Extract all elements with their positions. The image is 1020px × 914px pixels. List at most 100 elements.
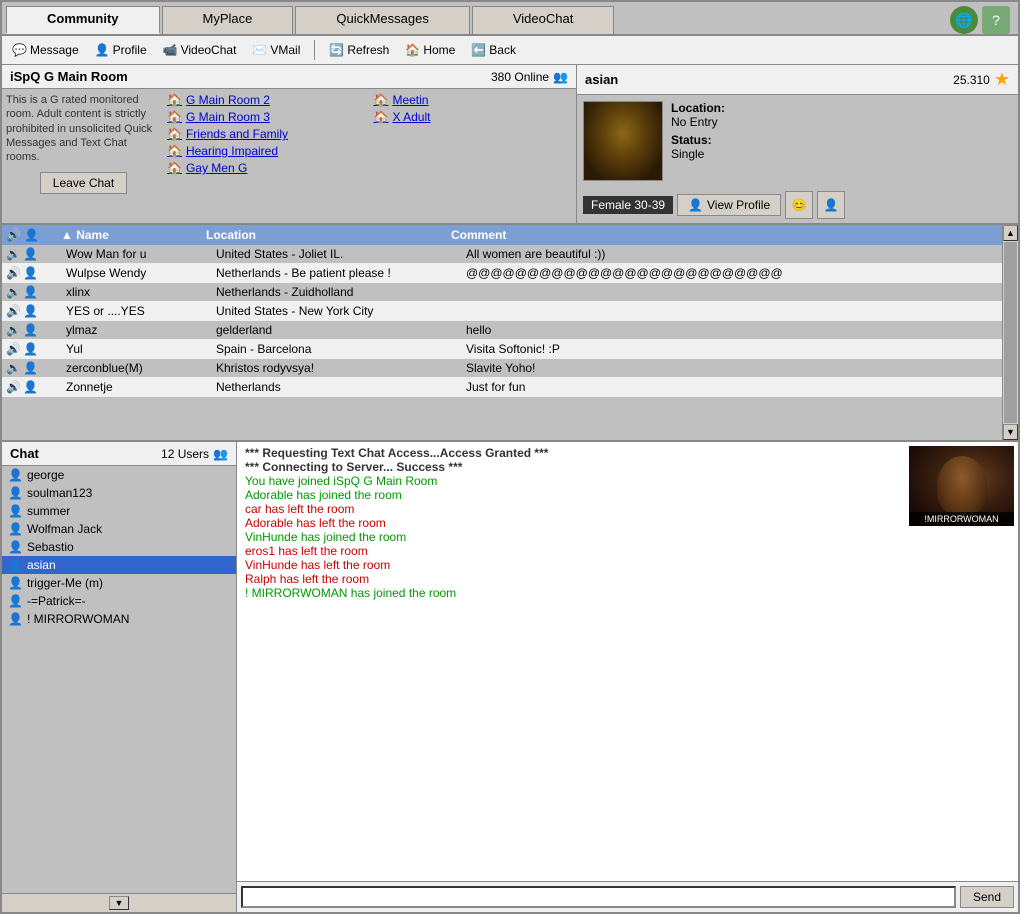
- user-avatar-icon: 👤: [8, 486, 23, 500]
- tab-community[interactable]: Community: [6, 6, 160, 34]
- home-button[interactable]: 🏠 Home: [401, 41, 459, 59]
- table-row[interactable]: 🔊👤 YES or ....YES United States - New Yo…: [2, 302, 1002, 321]
- chat-scroll-down[interactable]: ▼: [2, 893, 236, 912]
- location-value: No Entry: [671, 115, 718, 129]
- room-links-col1: 🏠 G Main Room 2 🏠 G Main Room 3 🏠 Friend…: [167, 93, 366, 198]
- avatar-icon: 👤: [23, 342, 38, 356]
- tab-quickmessages[interactable]: QuickMessages: [295, 6, 469, 34]
- globe-icon[interactable]: 🌐: [950, 6, 978, 34]
- user-table-header: 🔊 👤 ▲ Name Location Comment: [2, 225, 1002, 245]
- back-label: Back: [489, 43, 516, 57]
- back-button[interactable]: ⬅️ Back: [467, 41, 520, 59]
- refresh-label: Refresh: [347, 43, 389, 57]
- status-value: Single: [671, 147, 704, 161]
- user-avatar-icon: 👤: [8, 612, 23, 626]
- chat-input[interactable]: [241, 886, 956, 908]
- room-link-7[interactable]: 🏠 X Adult: [374, 110, 573, 124]
- refresh-button[interactable]: 🔄 Refresh: [325, 41, 393, 59]
- col-location-header[interactable]: Location: [206, 228, 451, 242]
- table-row[interactable]: 🔊👤 Zonnetje Netherlands Just for fun: [2, 378, 1002, 397]
- chat-user-item[interactable]: 👤 george: [2, 466, 236, 484]
- table-row[interactable]: 🔊👤 ylmaz gelderland hello: [2, 321, 1002, 340]
- scroll-thumb[interactable]: [1004, 242, 1017, 423]
- separator-1: [314, 40, 315, 60]
- chat-message: *** Connecting to Server... Success ***: [245, 460, 1010, 474]
- room-link-icon-7: 🏠: [374, 110, 389, 124]
- room-link-2[interactable]: 🏠 G Main Room 3: [167, 110, 366, 124]
- profile-name: asian: [585, 72, 618, 87]
- toolbar: 💬 Message 👤 Profile 📹 VideoChat ✉️ VMail…: [2, 36, 1018, 65]
- avatar-icon: 👤: [23, 323, 38, 337]
- avatar-icon: 👤: [23, 380, 38, 394]
- profile-icon: 👤: [95, 43, 110, 57]
- chat-section: Chat 12 Users 👥 👤 george 👤 soulman123: [2, 442, 1018, 912]
- smiley-button[interactable]: 😊: [785, 191, 813, 219]
- help-icon[interactable]: ?: [982, 6, 1010, 34]
- user-avatar-icon: 👤: [8, 558, 23, 572]
- online-count: 380 Online 👥: [491, 70, 568, 84]
- chat-message: Adorable has joined the room: [245, 488, 1010, 502]
- room-link-3[interactable]: 🏠 Friends and Family: [167, 127, 366, 141]
- chat-message: ! MIRRORWOMAN has joined the room: [245, 586, 1010, 600]
- avatar-icon: 👤: [23, 247, 38, 261]
- scroll-up-button[interactable]: ▲: [1003, 225, 1018, 241]
- room-link-6[interactable]: 🏠 Meetin: [374, 93, 573, 107]
- col-name-header[interactable]: ▲ Name: [61, 228, 206, 242]
- videochat-button[interactable]: 📹 VideoChat: [159, 41, 241, 59]
- chat-user-list: 👤 george 👤 soulman123 👤 summer 👤 Wolfman…: [2, 466, 236, 893]
- room-link-5[interactable]: 🏠 Gay Men G: [167, 161, 366, 175]
- room-link-icon-6: 🏠: [374, 93, 389, 107]
- room-link-4[interactable]: 🏠 Hearing Impaired: [167, 144, 366, 158]
- room-link-icon-5: 🏠: [167, 161, 182, 175]
- view-profile-icon: 👤: [688, 198, 703, 212]
- message-button[interactable]: 💬 Message: [8, 41, 83, 59]
- message-icon: 💬: [12, 43, 27, 57]
- room-link-icon-4: 🏠: [167, 144, 182, 158]
- room-links-col2: 🏠 Meetin 🏠 X Adult: [374, 93, 573, 198]
- chat-user-item[interactable]: 👤 soulman123: [2, 484, 236, 502]
- tab-myplace[interactable]: MyPlace: [162, 6, 294, 34]
- profile-header: asian 25.310 ★: [577, 65, 1018, 95]
- chat-user-item-selected[interactable]: 👤 asian: [2, 556, 236, 574]
- chat-message: *** Requesting Text Chat Access...Access…: [245, 446, 1010, 460]
- table-row[interactable]: 🔊👤 Yul Spain - Barcelona Visita Softonic…: [2, 340, 1002, 359]
- table-row[interactable]: 🔊👤 Wulpse Wendy Netherlands - Be patient…: [2, 264, 1002, 283]
- table-row[interactable]: 🔊👤 xlinx Netherlands - Zuidholland: [2, 283, 1002, 302]
- chat-message: eros1 has left the room: [245, 544, 1010, 558]
- chat-user-item[interactable]: 👤 summer: [2, 502, 236, 520]
- home-icon: 🏠: [405, 43, 420, 57]
- chat-list-scroll-down[interactable]: ▼: [109, 896, 129, 910]
- speaker-icon: 🔊: [6, 380, 21, 394]
- profile-face: [584, 102, 662, 180]
- profile-button[interactable]: 👤 Profile: [91, 41, 151, 59]
- scroll-down-button[interactable]: ▼: [1003, 424, 1018, 440]
- chat-header: Chat 12 Users 👥: [2, 442, 236, 466]
- table-row[interactable]: 🔊👤 Wow Man for u United States - Joliet …: [2, 245, 1002, 264]
- send-button[interactable]: Send: [960, 886, 1014, 908]
- user-avatar-icon: 👤: [8, 504, 23, 518]
- profile-score: 25.310 ★: [953, 69, 1010, 90]
- room-link-1[interactable]: 🏠 G Main Room 2: [167, 93, 366, 107]
- videochat-label: VideoChat: [181, 43, 237, 57]
- tab-videochat[interactable]: VideoChat: [472, 6, 614, 34]
- person-action-button[interactable]: 👤: [817, 191, 845, 219]
- chat-user-item[interactable]: 👤 -=Patrick=-: [2, 592, 236, 610]
- user-list-scrollbar[interactable]: ▲ ▼: [1002, 225, 1018, 440]
- video-thumbnail: !MIRRORWOMAN: [909, 446, 1014, 526]
- col-comment-header[interactable]: Comment: [451, 228, 998, 242]
- chat-user-item[interactable]: 👤 trigger-Me (m): [2, 574, 236, 592]
- avatar-icon: 👤: [23, 285, 38, 299]
- room-header: iSpQ G Main Room 380 Online 👥: [2, 65, 576, 89]
- view-profile-button[interactable]: 👤 View Profile: [677, 194, 781, 216]
- chat-message: Adorable has left the room: [245, 516, 1010, 530]
- avatar-icon: 👤: [23, 361, 38, 375]
- vmail-button[interactable]: ✉️ VMail: [248, 41, 304, 59]
- chat-user-item[interactable]: 👤 Wolfman Jack: [2, 520, 236, 538]
- profile-label: Profile: [113, 43, 147, 57]
- refresh-icon: 🔄: [329, 43, 344, 57]
- chat-user-item[interactable]: 👤 Sebastio: [2, 538, 236, 556]
- table-row[interactable]: 🔊👤 zerconblue(M) Khristos rodyvsya! Slav…: [2, 359, 1002, 378]
- leave-chat-button[interactable]: Leave Chat: [40, 172, 127, 194]
- speaker-icon: 🔊: [6, 285, 21, 299]
- chat-user-item[interactable]: 👤 ! MIRRORWOMAN: [2, 610, 236, 628]
